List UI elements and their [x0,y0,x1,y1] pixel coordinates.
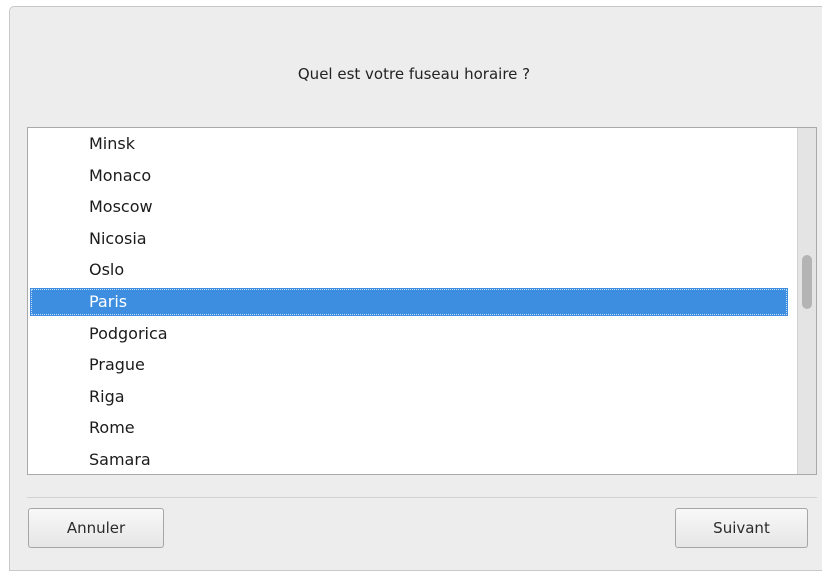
dialog-question: Quel est votre fuseau horaire ? [297,65,531,83]
list-item-samara[interactable]: Samara [28,444,789,474]
next-button[interactable]: Suivant [675,508,808,548]
list-item-podgorica[interactable]: Podgorica [28,318,789,350]
list-item-nicosia[interactable]: Nicosia [28,223,789,255]
list-item-minsk[interactable]: Minsk [28,128,789,160]
list-item-monaco[interactable]: Monaco [28,160,789,192]
timezone-dialog: Quel est votre fuseau horaire ? Minsk Mo… [9,6,822,571]
list-item-oslo[interactable]: Oslo [28,254,789,286]
list-item-riga[interactable]: Riga [28,381,789,413]
list-item-rome[interactable]: Rome [28,412,789,444]
button-separator [27,497,817,498]
list-item-prague[interactable]: Prague [28,349,789,381]
list-item-paris-selected[interactable]: Paris [30,287,788,316]
list-item-moscow[interactable]: Moscow [28,191,789,223]
cancel-button[interactable]: Annuler [28,508,164,548]
scrollbar-thumb[interactable] [802,255,812,309]
timezone-list[interactable]: Minsk Monaco Moscow Nicosia Oslo Paris P… [27,127,817,475]
list-scrollbar[interactable] [797,128,816,474]
timezone-list-items: Minsk Monaco Moscow Nicosia Oslo Paris P… [28,128,789,474]
